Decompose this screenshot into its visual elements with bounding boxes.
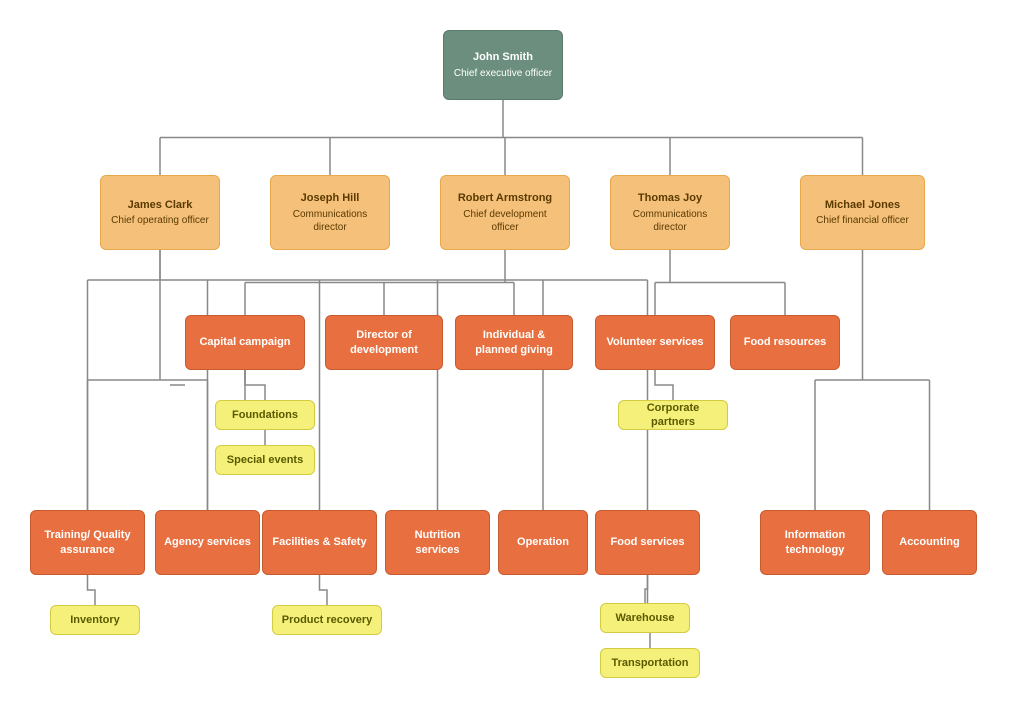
warehouse-node: Warehouse (600, 603, 690, 633)
individual-node: Individual & planned giving (455, 315, 573, 370)
facilities-node: Facilities & Safety (262, 510, 377, 575)
thomas-node: Thomas Joy Communications director (610, 175, 730, 250)
ceo-node: John Smith Chief executive officer (443, 30, 563, 100)
transportation-node: Transportation (600, 648, 700, 678)
michael-node: Michael Jones Chief financial officer (800, 175, 925, 250)
org-chart: John Smith Chief executive officer James… (0, 0, 1026, 725)
special-events-node: Special events (215, 445, 315, 475)
director-node: Director of development (325, 315, 443, 370)
agency-node: Agency services (155, 510, 260, 575)
foundations-node: Foundations (215, 400, 315, 430)
corporate-node: Corporate partners (618, 400, 728, 430)
operation-node: Operation (498, 510, 588, 575)
nutrition-node: Nutrition services (385, 510, 490, 575)
capital-node: Capital campaign (185, 315, 305, 370)
volunteer-node: Volunteer services (595, 315, 715, 370)
robert-node: Robert Armstrong Chief development offic… (440, 175, 570, 250)
food-res-node: Food resources (730, 315, 840, 370)
joseph-node: Joseph Hill Communications director (270, 175, 390, 250)
training-node: Training/ Quality assurance (30, 510, 145, 575)
james-node: James Clark Chief operating officer (100, 175, 220, 250)
inventory-node: Inventory (50, 605, 140, 635)
info-tech-node: Information technology (760, 510, 870, 575)
accounting-node: Accounting (882, 510, 977, 575)
food-svc-node: Food services (595, 510, 700, 575)
product-rec-node: Product recovery (272, 605, 382, 635)
